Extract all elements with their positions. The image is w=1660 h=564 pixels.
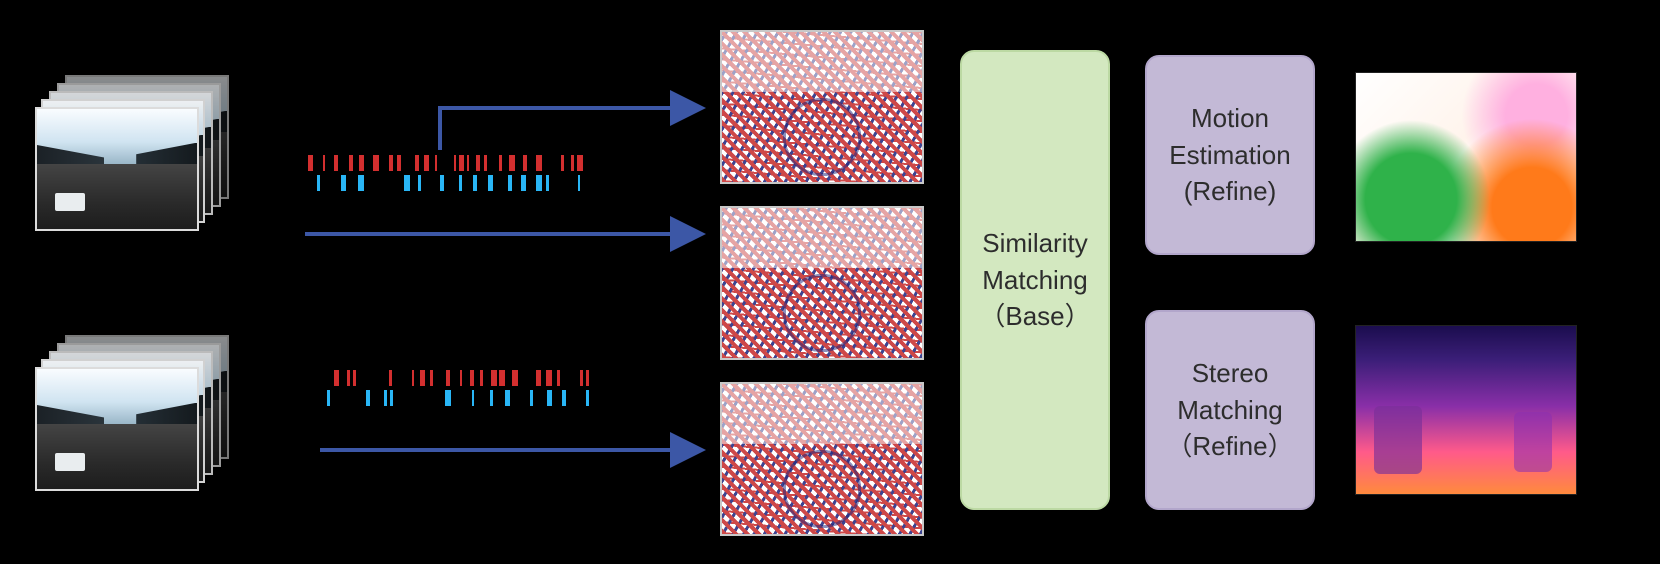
output-top-semantic: optical-flow-colormap [0,0,1,1]
input-frames-top [35,75,225,220]
feature-map-2 [720,206,924,360]
event-strip-bottom [320,370,590,406]
stereo-matching-block: Stereo Matching （Refine） [1145,310,1315,510]
block-label-line: （Refine） [1166,431,1293,461]
input-frames-bottom [35,335,225,480]
feature-map-1 [720,30,924,184]
frame-thumb [35,367,199,491]
block-label-line: (Refine) [1184,176,1276,206]
output-depth-map [1355,325,1577,495]
event-strip-top [305,155,575,191]
event-row-cyan [320,390,590,406]
output-bottom-semantic: depth-colormap [0,0,1,1]
block-label-line: （Base） [979,301,1090,331]
block-label-line: Stereo [1192,358,1269,388]
block-label-line: Motion [1191,103,1269,133]
block-label-line: Similarity [982,228,1087,258]
motion-estimation-block: Motion Estimation (Refine) [1145,55,1315,255]
block-label-line: Matching [1177,395,1283,425]
block-label-line: Estimation [1169,140,1290,170]
event-row-red [320,370,590,386]
block-label-line: Matching [982,265,1088,295]
event-row-red [305,155,575,171]
output-optical-flow [1355,72,1577,242]
frame-thumb [35,107,199,231]
event-row-cyan [305,175,575,191]
similarity-matching-block: Similarity Matching （Base） [960,50,1110,510]
feature-map-3 [720,382,924,536]
